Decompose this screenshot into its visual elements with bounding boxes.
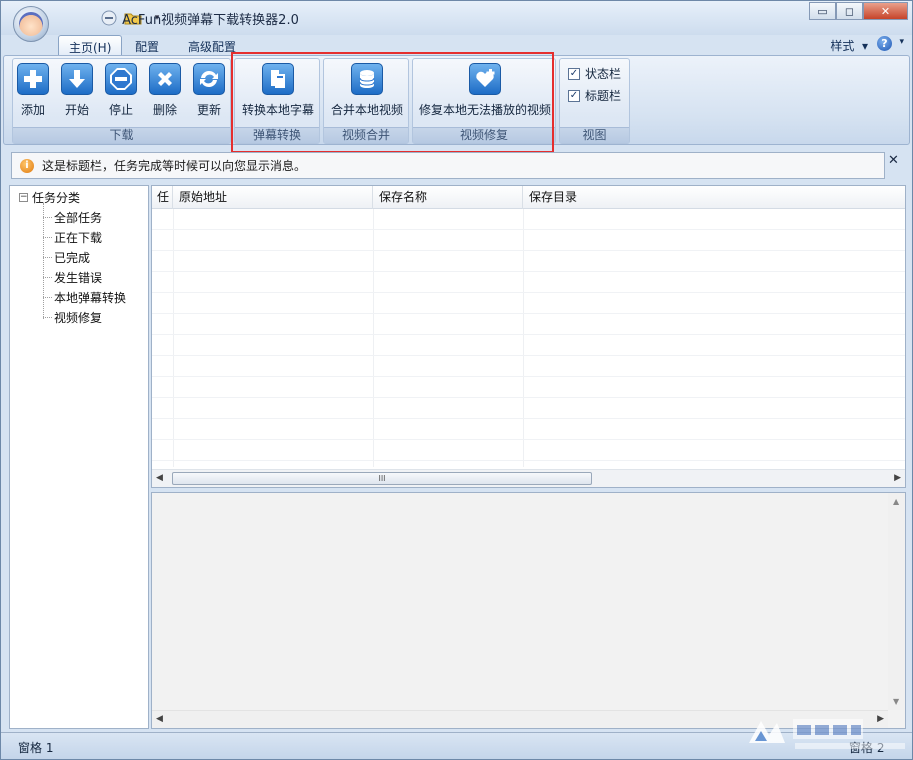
- plus-icon: [17, 63, 49, 95]
- checkmark-icon: ✓: [568, 67, 580, 80]
- window-title: AcFun视频弹幕下载转换器2.0: [1, 9, 912, 28]
- table-row[interactable]: [152, 356, 905, 377]
- table-row[interactable]: [152, 440, 905, 461]
- highlight-annotation: [231, 52, 554, 153]
- tree-item-completed[interactable]: 已完成: [42, 249, 90, 266]
- tree-connector: [43, 203, 44, 319]
- help-icon[interactable]: ?: [877, 36, 892, 51]
- table-row[interactable]: [152, 293, 905, 314]
- checkmark-icon: ✓: [568, 89, 580, 102]
- table-row[interactable]: [152, 314, 905, 335]
- minimize-icon: ▭: [817, 4, 828, 18]
- window-title-text: AcFun视频弹幕下载转换器2.0: [122, 13, 299, 28]
- stop-icon: [105, 63, 137, 95]
- detail-vertical-scrollbar[interactable]: ▲ ▼: [888, 493, 905, 710]
- column-header-save-dir[interactable]: 保存目录: [523, 186, 905, 209]
- tree-item-downloading[interactable]: 正在下载: [42, 229, 102, 246]
- add-button-label: 添加: [20, 103, 45, 117]
- update-button[interactable]: 更新: [193, 63, 225, 118]
- chevron-down-icon: ▾: [861, 39, 868, 53]
- app-menu-button[interactable]: [13, 6, 49, 42]
- task-grid: 任 原始地址 保存名称 保存目录 ◀ III ▶: [151, 185, 906, 488]
- scroll-left-icon[interactable]: ◀: [156, 473, 163, 483]
- title-bar: ▾ AcFun视频弹幕下载转换器2.0 ▭ ◻ ✕: [1, 1, 912, 35]
- view-group: ✓ 状态栏 ✓ 标题栏 视图: [559, 58, 630, 144]
- stop-button[interactable]: 停止: [105, 63, 137, 118]
- status-pane-1: 窗格 1: [18, 741, 54, 755]
- collapse-icon[interactable]: −: [19, 193, 28, 202]
- scroll-thumb[interactable]: III: [172, 472, 592, 485]
- restore-icon: ◻: [844, 4, 855, 18]
- style-menu[interactable]: 样式 ▾: [830, 37, 868, 54]
- download-group-label: 下载: [13, 127, 230, 143]
- app-window: ▾ AcFun视频弹幕下载转换器2.0 ▭ ◻ ✕ 主页(H) 配置 高级配置 …: [0, 0, 913, 760]
- table-row[interactable]: [152, 377, 905, 398]
- category-tree: − 任务分类 全部任务 正在下载 已完成 发生错误 本地弹幕转换 视频修复: [9, 185, 149, 729]
- tree-root-label: 任务分类: [32, 191, 81, 205]
- refresh-icon: [193, 63, 225, 95]
- status-bar: 窗格 1 窗格 2: [1, 732, 912, 759]
- table-row[interactable]: [152, 230, 905, 251]
- scroll-down-icon[interactable]: ▼: [893, 697, 899, 706]
- tree-item-local-danmaku[interactable]: 本地弹幕转换: [42, 289, 126, 306]
- table-row[interactable]: [152, 419, 905, 440]
- scroll-left-icon[interactable]: ◀: [156, 714, 163, 724]
- update-button-label: 更新: [196, 103, 221, 117]
- title-bar-checkbox-label: 标题栏: [585, 89, 622, 103]
- column-header-source-url[interactable]: 原始地址: [173, 186, 373, 209]
- column-header-task[interactable]: 任: [152, 186, 173, 209]
- info-icon: i: [20, 158, 34, 173]
- grid-header: 任 原始地址 保存名称 保存目录: [152, 186, 905, 209]
- delete-button-label: 删除: [152, 103, 177, 117]
- window-controls: ▭ ◻ ✕: [809, 2, 908, 20]
- status-pane-2: 窗格 2: [849, 741, 885, 755]
- tree-item-errors[interactable]: 发生错误: [42, 269, 102, 286]
- table-row[interactable]: [152, 272, 905, 293]
- detail-horizontal-scrollbar[interactable]: ◀ ▶: [152, 710, 888, 728]
- scroll-up-icon[interactable]: ▲: [893, 497, 899, 506]
- table-row[interactable]: [152, 209, 905, 230]
- title-bar-checkbox[interactable]: ✓ 标题栏: [568, 87, 621, 104]
- close-button[interactable]: ✕: [863, 2, 908, 20]
- status-bar-checkbox-label: 状态栏: [585, 67, 622, 81]
- tab-home[interactable]: 主页(H): [58, 35, 123, 55]
- message-text: 这是标题栏，任务完成等时候可以向您显示消息。: [42, 159, 307, 173]
- grid-horizontal-scrollbar[interactable]: ◀ III ▶: [152, 469, 905, 487]
- start-button-label: 开始: [64, 103, 89, 117]
- table-row[interactable]: [152, 335, 905, 356]
- status-bar-checkbox[interactable]: ✓ 状态栏: [568, 65, 621, 82]
- table-row[interactable]: [152, 251, 905, 272]
- close-icon: ✕: [880, 4, 891, 18]
- style-menu-label: 样式: [830, 39, 855, 53]
- download-group: 添加 开始 停止 删除 更新 下载: [12, 58, 231, 144]
- detail-pane: ▲ ▼ ◀ ▶: [151, 492, 906, 729]
- view-group-label: 视图: [560, 127, 629, 143]
- tree-item-video-repair[interactable]: 视频修复: [42, 309, 102, 326]
- start-button[interactable]: 开始: [61, 63, 93, 118]
- arrow-down-icon: [61, 63, 93, 95]
- message-close-icon[interactable]: ✕: [888, 153, 899, 168]
- minimize-button[interactable]: ▭: [809, 2, 836, 20]
- delete-button[interactable]: 删除: [149, 63, 181, 118]
- tree-item-all-tasks[interactable]: 全部任务: [42, 209, 102, 226]
- column-header-save-name[interactable]: 保存名称: [373, 186, 523, 209]
- message-bar: i 这是标题栏，任务完成等时候可以向您显示消息。: [11, 152, 885, 179]
- tab-config[interactable]: 配置: [125, 35, 169, 55]
- add-button[interactable]: 添加: [17, 63, 49, 118]
- restore-button[interactable]: ◻: [836, 2, 863, 20]
- help-chevron-icon[interactable]: ▾: [899, 37, 904, 47]
- app-logo-icon: [19, 12, 43, 36]
- x-icon: [149, 63, 181, 95]
- stop-button-label: 停止: [108, 103, 133, 117]
- table-row[interactable]: [152, 398, 905, 419]
- scroll-right-icon[interactable]: ▶: [894, 473, 901, 483]
- tree-root[interactable]: − 任务分类: [19, 189, 80, 206]
- scroll-right-icon[interactable]: ▶: [877, 714, 884, 724]
